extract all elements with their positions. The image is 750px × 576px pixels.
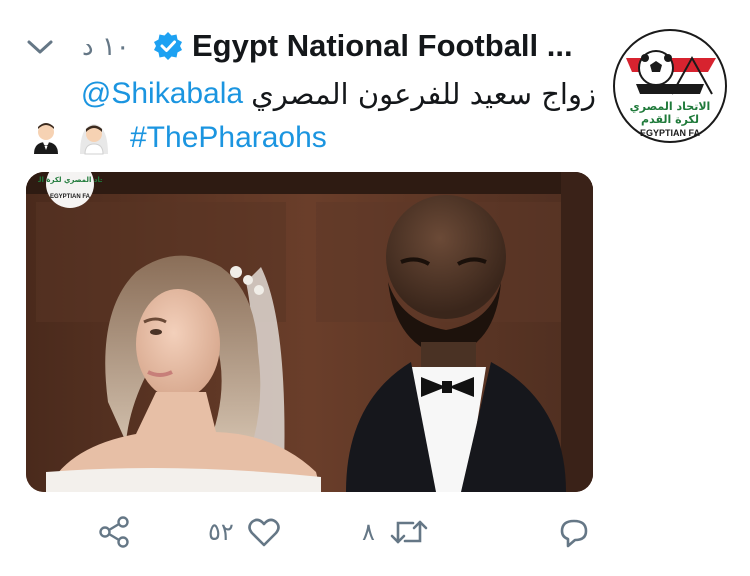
hashtag-link[interactable]: #ThePharaohs	[130, 121, 327, 155]
bride-with-veil-emoji-icon	[80, 124, 108, 155]
like-count: ٥٢	[208, 518, 234, 546]
tweet-text-line-1: @Shikabala زواج سعيد للفرعون المصري	[48, 74, 596, 114]
tweet-text-arabic: زواج سعيد للفرعون المصري	[251, 77, 596, 111]
retweet-button[interactable]: ٨	[362, 512, 429, 552]
tweet-card[interactable]: الاتحاد المصري لكرة القدم EGYPTIAN FA ١٠…	[0, 0, 750, 576]
tweet-media-photo[interactable]: الاتحاد المصري لكرة القدم EGYPTIAN FA	[26, 172, 593, 492]
watermark-text-ar: الاتحاد المصري لكرة القدم	[38, 176, 102, 184]
watermark-text-en: EGYPTIAN FA	[50, 194, 91, 200]
man-in-tuxedo-emoji-icon	[34, 123, 58, 154]
reply-icon	[560, 519, 588, 548]
svg-text:لكرة القدم: لكرة القدم	[641, 113, 699, 126]
share-button[interactable]	[96, 512, 132, 552]
retweet-icon	[390, 520, 428, 544]
profile-avatar[interactable]: الاتحاد المصري لكرة القدم EGYPTIAN FA	[612, 28, 728, 144]
retweet-count: ٨	[362, 518, 375, 546]
share-icon	[99, 516, 129, 548]
reply-button[interactable]	[556, 512, 592, 552]
display-name[interactable]: Egypt National Football ...	[192, 28, 573, 64]
tweet-text-line-2: #ThePharaohs	[28, 118, 327, 158]
egyptian-fa-logo-icon: الاتحاد المصري لكرة القدم EGYPTIAN FA	[613, 29, 727, 143]
svg-text:الاتحاد المصري: الاتحاد المصري	[630, 100, 711, 113]
mention-link[interactable]: @Shikabala	[81, 77, 243, 111]
wedding-photo	[26, 172, 593, 492]
tweet-actions-bar: ٥٢ ٨	[0, 512, 750, 560]
tweet-timestamp[interactable]: ١٠ د	[82, 32, 130, 62]
chevron-down-icon[interactable]	[26, 36, 54, 58]
heart-icon	[247, 518, 280, 547]
egyptian-fa-watermark-icon: الاتحاد المصري لكرة القدم EGYPTIAN FA	[38, 172, 102, 208]
like-button[interactable]: ٥٢	[208, 512, 282, 552]
tweet-header: ١٠ د Egypt National Football ...	[20, 28, 595, 64]
verified-badge-icon	[154, 32, 182, 60]
svg-text:EGYPTIAN FA: EGYPTIAN FA	[640, 128, 701, 138]
